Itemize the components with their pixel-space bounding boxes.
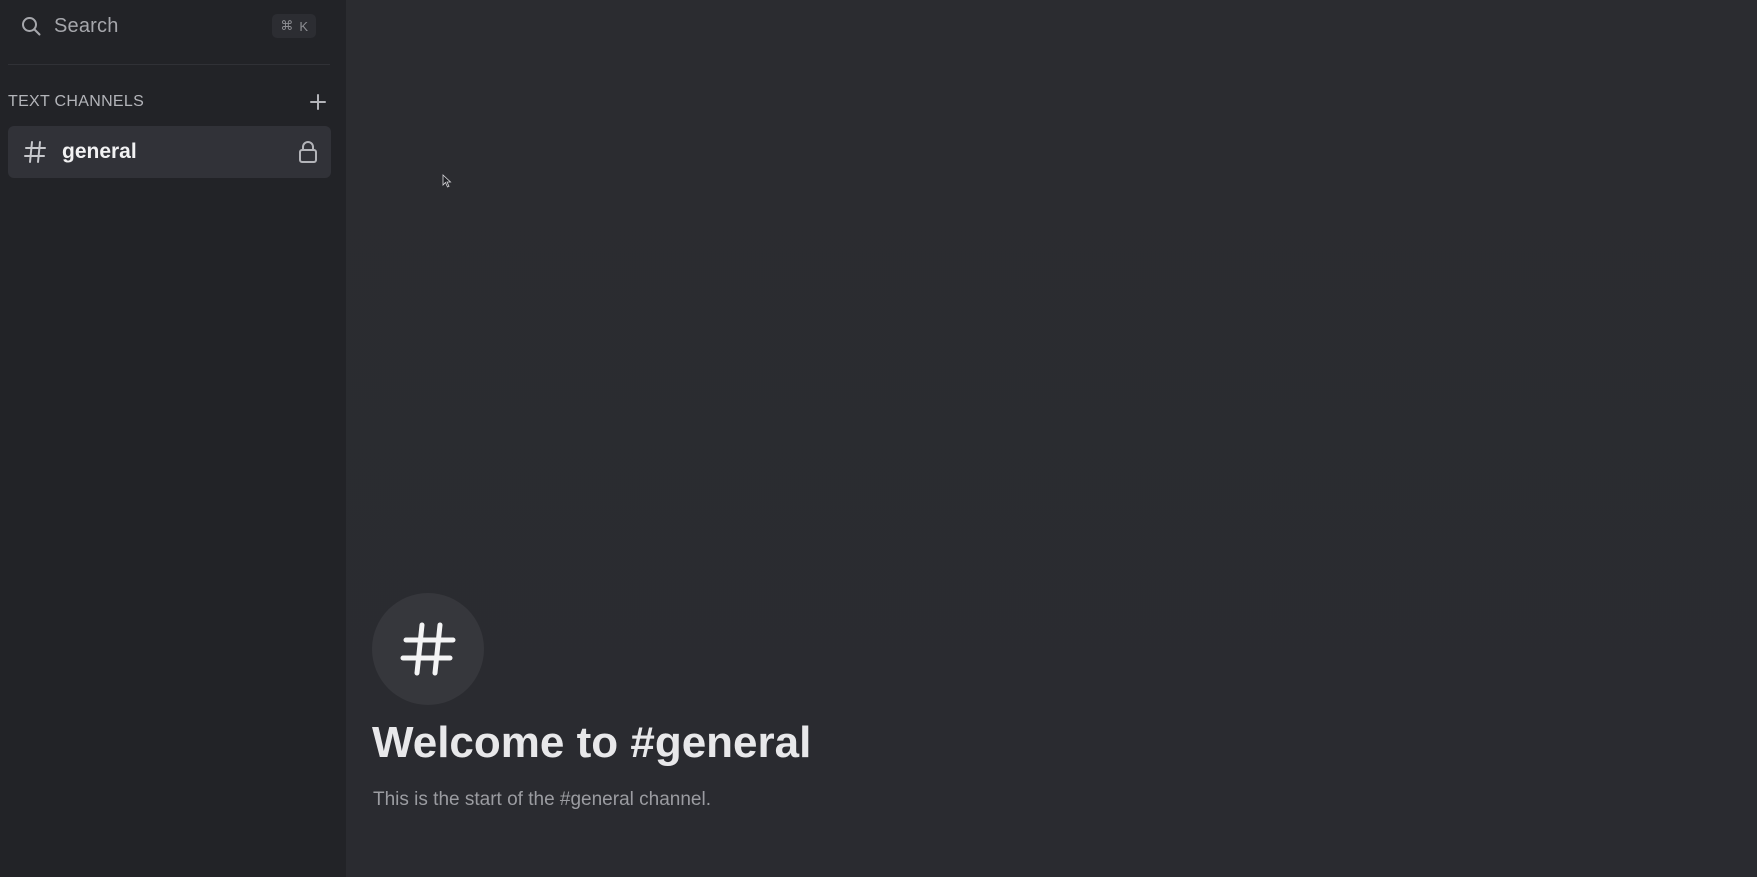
hash-icon xyxy=(22,139,48,165)
search-label: Search xyxy=(54,14,119,37)
welcome-title: Welcome to #general xyxy=(372,718,812,767)
search-input[interactable]: Search ⌘ K xyxy=(12,8,322,44)
plus-icon xyxy=(310,94,326,110)
keyboard-shortcut-badge: ⌘ K xyxy=(272,14,316,38)
hash-icon xyxy=(400,622,456,676)
sidebar-item-general[interactable]: general xyxy=(8,126,331,178)
channel-name: general xyxy=(62,140,137,163)
channel-main-view: Welcome to #general This is the start of… xyxy=(346,0,1757,877)
lock-icon xyxy=(297,140,319,164)
app-window: Search ⌘ K TEXT CHANNELS general Welcome… xyxy=(0,0,1757,877)
channel-hash-badge xyxy=(372,593,484,705)
command-key-icon: ⌘ xyxy=(280,18,294,33)
sidebar-divider xyxy=(8,64,330,65)
shortcut-key: K xyxy=(299,18,308,34)
section-title: TEXT CHANNELS xyxy=(8,93,145,110)
text-channels-header: TEXT CHANNELS xyxy=(8,90,330,114)
channel-sidebar: Search ⌘ K TEXT CHANNELS general xyxy=(0,0,346,877)
search-icon xyxy=(20,15,42,37)
welcome-subtitle: This is the start of the #general channe… xyxy=(373,789,711,810)
mouse-cursor-icon xyxy=(442,174,452,188)
add-channel-button[interactable] xyxy=(306,90,330,114)
